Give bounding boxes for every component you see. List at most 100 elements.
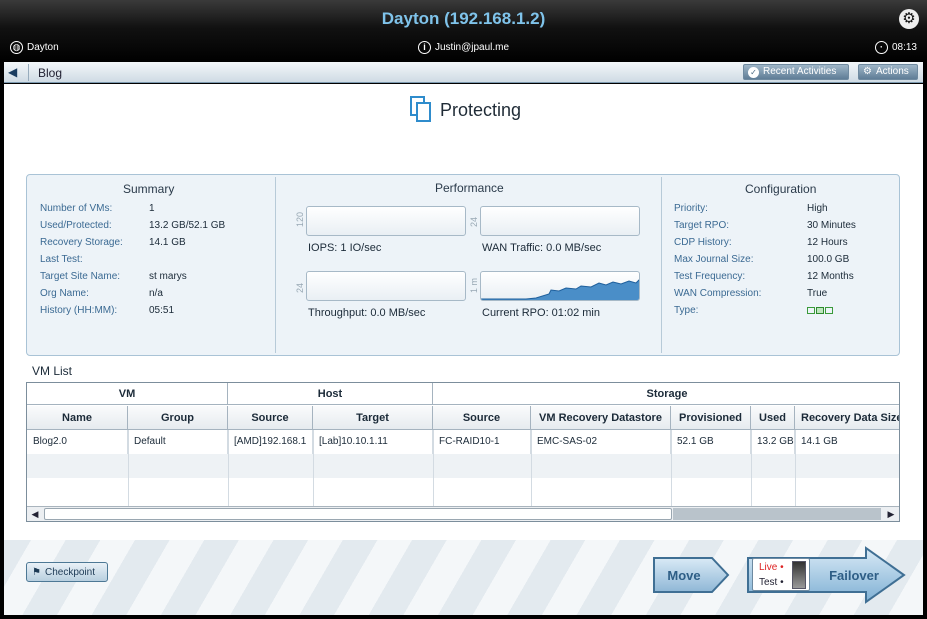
table-cell: EMC-SAS-02: [531, 430, 671, 454]
info-icon: i: [418, 41, 431, 54]
recent-activities-button[interactable]: ✓ Recent Activities: [743, 64, 849, 80]
summary-value: 05:51: [149, 305, 175, 316]
config-label: WAN Compression:: [674, 288, 762, 299]
summary-value: 13.2 GB/52.1 GB: [149, 220, 226, 231]
col-header-recovery-data-size[interactable]: Recovery Data Size: [795, 406, 899, 430]
live-test-toggle[interactable]: Live • Test •: [752, 558, 810, 591]
config-value: 12 Months: [807, 271, 854, 282]
status-label: Protecting: [440, 99, 522, 120]
configuration-title: Configuration: [745, 182, 817, 196]
section-divider: [275, 177, 276, 353]
nav-divider: [28, 64, 29, 81]
breadcrumb: Blog: [38, 66, 63, 80]
group-header-host: Host: [228, 383, 433, 405]
scroll-thumb[interactable]: [44, 508, 672, 520]
site-indicator: ◍ Dayton: [10, 41, 59, 54]
column-divider: [313, 430, 314, 508]
toggle-slider[interactable]: [792, 561, 806, 589]
window-title: Dayton (192.168.1.2): [381, 9, 546, 28]
user-name: Justin@jpaul.me: [435, 42, 510, 53]
table-cell: 13.2 GB: [751, 430, 795, 454]
column-divider: [795, 430, 796, 508]
col-header-host-target[interactable]: Target: [313, 406, 433, 430]
summary-label: Recovery Storage:: [40, 237, 123, 248]
status-header: Protecting: [410, 96, 521, 124]
clock-indicator: · 08:13: [874, 41, 917, 54]
horizontal-scrollbar[interactable]: ◀ ▶: [27, 506, 899, 521]
summary-label: Used/Protected:: [40, 220, 112, 231]
rpo-sparkline: [481, 279, 639, 300]
wan-traffic-graph: [480, 206, 640, 236]
move-button[interactable]: Move: [652, 556, 730, 594]
config-value: 100.0 GB: [807, 254, 850, 265]
config-label: Max Journal Size:: [674, 254, 754, 265]
test-option[interactable]: Test •: [759, 577, 784, 588]
group-header-vm: VM: [27, 383, 228, 405]
cog-icon: ⚙: [863, 66, 872, 77]
back-arrow-icon[interactable]: ◀: [8, 65, 22, 79]
info-bar: ◍ Dayton i Justin@jpaul.me · 08:13: [0, 41, 927, 59]
recent-activities-label: Recent Activities: [763, 66, 837, 77]
summary-label: Number of VMs:: [40, 203, 113, 214]
config-value: 30 Minutes: [807, 220, 856, 231]
vm-table: VM Host Storage Name Group Source Target…: [26, 382, 900, 522]
summary-label: Target Site Name:: [40, 271, 121, 282]
section-divider: [661, 177, 662, 353]
globe-icon: ◍: [10, 41, 23, 54]
col-header-name[interactable]: Name: [27, 406, 128, 430]
summary-title: Summary: [123, 182, 175, 196]
config-label: Target RPO:: [674, 220, 730, 231]
throughput-axis-label: 24: [295, 282, 305, 293]
table-cell: 14.1 GB: [795, 430, 899, 454]
gear-icon[interactable]: ⚙: [899, 9, 919, 29]
scroll-right-icon[interactable]: ▶: [883, 507, 899, 521]
iops-graph: [306, 206, 466, 236]
action-bar: ⚑ Checkpoint Move Failover Live • Test •: [4, 540, 923, 615]
table-cell: Default: [128, 430, 228, 454]
iops-label: IOPS: 1 IO/sec: [308, 242, 382, 254]
column-divider: [433, 430, 434, 508]
group-header-storage: Storage: [433, 383, 899, 405]
clock-icon: ·: [874, 41, 888, 54]
summary-label: Org Name:: [40, 288, 89, 299]
rpo-graph: [480, 271, 640, 301]
config-value: 12 Hours: [807, 237, 848, 248]
actions-button[interactable]: ⚙ Actions: [858, 64, 918, 80]
rpo-label: Current RPO: 01:02 min: [482, 307, 600, 319]
summary-value: 1: [149, 203, 155, 214]
column-divider: [228, 430, 229, 508]
column-divider: [128, 430, 129, 508]
table-row-empty: [27, 478, 899, 502]
col-header-provisioned[interactable]: Provisioned: [671, 406, 751, 430]
col-header-used[interactable]: Used: [751, 406, 795, 430]
performance-title: Performance: [435, 181, 504, 195]
column-divider: [671, 430, 672, 508]
table-row-empty: [27, 454, 899, 478]
rpo-axis-label: 1 m: [469, 277, 479, 293]
summary-label: Last Test:: [40, 254, 83, 265]
iops-axis-label: 120: [295, 211, 305, 227]
summary-label: History (HH:MM):: [40, 305, 118, 316]
summary-value: st marys: [149, 271, 187, 282]
table-cell: 52.1 GB: [671, 430, 751, 454]
main-panel: Protecting Summary Number of VMs: 1 Used/P…: [4, 84, 923, 615]
config-label: Test Frequency:: [674, 271, 746, 282]
config-label: Type:: [674, 305, 699, 316]
scroll-track[interactable]: [673, 508, 881, 520]
checkpoint-button[interactable]: ⚑ Checkpoint: [26, 562, 108, 582]
live-option[interactable]: Live •: [759, 562, 784, 573]
checkpoint-label: Checkpoint: [44, 566, 95, 578]
col-header-host-source[interactable]: Source: [228, 406, 313, 430]
col-header-recovery-datastore[interactable]: VM Recovery Datastore: [531, 406, 671, 430]
wan-axis-label: 24: [469, 216, 479, 227]
clock-time: 08:13: [891, 42, 917, 53]
summary-value: n/a: [149, 288, 163, 299]
nav-bar: ◀ Blog ✓ Recent Activities ⚙ Actions: [4, 62, 923, 83]
scroll-left-icon[interactable]: ◀: [27, 507, 43, 521]
check-circle-icon: ✓: [748, 66, 759, 78]
col-header-group[interactable]: Group: [128, 406, 228, 430]
column-divider: [751, 430, 752, 508]
col-header-storage-source[interactable]: Source: [433, 406, 531, 430]
config-label: CDP History:: [674, 237, 732, 248]
replication-type-icon: [807, 307, 833, 314]
